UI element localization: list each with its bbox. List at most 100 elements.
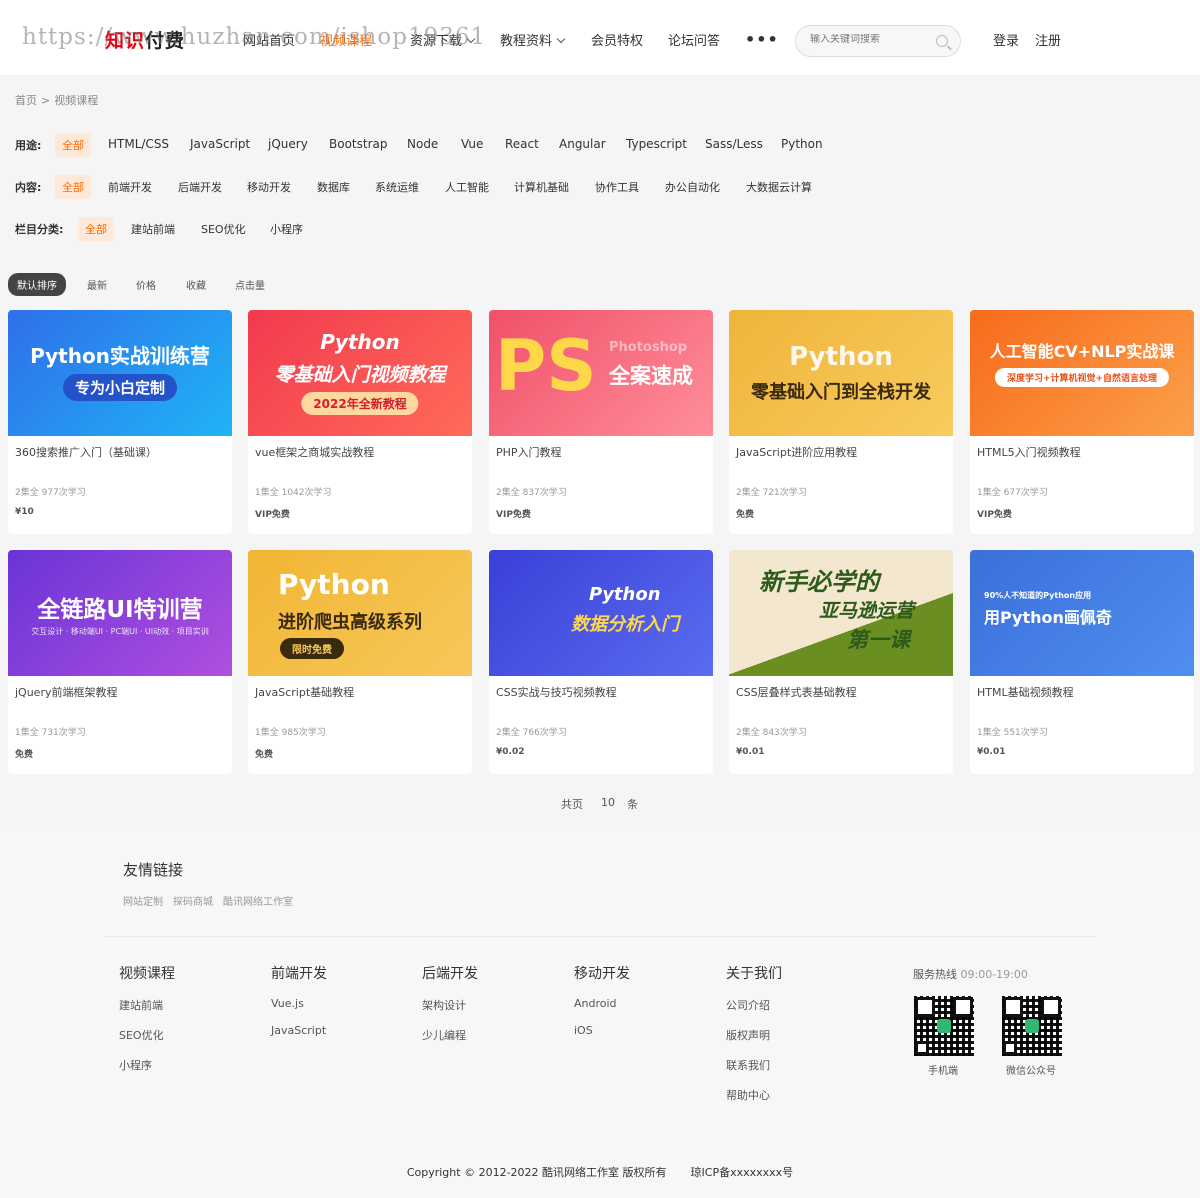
footer-link[interactable]: 建站前端 — [119, 997, 175, 1013]
course-title: 360搜索推广入门（基础课） — [15, 446, 157, 459]
sort-price[interactable]: 价格 — [136, 277, 156, 292]
site-logo[interactable]: 知识付费 — [105, 26, 185, 53]
footer-heading: 后端开发 — [422, 966, 478, 982]
course-card[interactable]: 人工智能CV+NLP实战课 深度学习+计算机视觉+自然语言处理 HTML5入门视… — [970, 310, 1194, 534]
course-card[interactable]: Python 进阶爬虫高级系列 限时免费 JavaScript基础教程 1集全 … — [248, 550, 472, 774]
filter-option[interactable]: Angular — [559, 137, 606, 151]
filter-option[interactable]: 移动开发 — [247, 179, 291, 195]
nav-forum[interactable]: 论坛问答 — [668, 30, 720, 49]
course-meta: 1集全 985次学习 — [255, 728, 326, 738]
filter-option[interactable]: 前端开发 — [108, 179, 152, 195]
sort-default[interactable]: 默认排序 — [8, 273, 66, 296]
nav-membership[interactable]: 会员特权 — [591, 30, 643, 49]
site-footer: 友情链接 网站定制 探码商城 酷讯网络工作室 视频课程 建站前端 SEO优化 小程序… — [0, 832, 1200, 1198]
qr-code-mobile — [914, 996, 974, 1056]
filter-option[interactable]: Vue — [461, 137, 483, 151]
filter-option[interactable]: JavaScript — [190, 137, 250, 151]
course-title: CSS层叠样式表基础教程 — [736, 686, 857, 699]
course-meta: 2集全 766次学习 — [496, 728, 567, 738]
sort-favorites[interactable]: 收藏 — [186, 277, 206, 292]
filter-option[interactable]: 全部 — [55, 175, 91, 199]
friend-link[interactable]: 酷讯网络工作室 — [223, 897, 293, 908]
course-card[interactable]: Python 零基础入门视频教程 2022年全新教程 vue框架之商城实战教程 … — [248, 310, 472, 534]
course-card[interactable]: Python 零基础入门到全栈开发 JavaScript进阶应用教程 2集全 7… — [729, 310, 953, 534]
footer-column-video: 视频课程 建站前端 SEO优化 小程序 — [119, 963, 175, 1087]
filter-option[interactable]: 大数据云计算 — [746, 179, 812, 195]
course-price: ¥0.02 — [496, 747, 525, 757]
hotline-time: 09:00-19:00 — [960, 968, 1028, 981]
filter-option[interactable]: Node — [407, 137, 438, 151]
footer-link[interactable]: Vue.js — [271, 997, 327, 1010]
filter-option[interactable]: 全部 — [78, 217, 114, 241]
filter-option[interactable]: 人工智能 — [445, 179, 489, 195]
breadcrumb-separator: > — [41, 94, 51, 107]
course-card[interactable]: Python实战训练营 专为小白定制 360搜索推广入门（基础课） 2集全 97… — [8, 310, 232, 534]
filter-label: 栏目分类: — [15, 223, 64, 236]
course-meta: 2集全 721次学习 — [736, 488, 807, 498]
copyright-text: Copyright © 2012-2022 酷讯网络工作室 版权所有 — [406, 1166, 667, 1179]
course-card[interactable]: 新手必学的 亚马逊运营 第一课 CSS层叠样式表基础教程 2集全 843次学习 … — [729, 550, 953, 774]
register-link[interactable]: 注册 — [1035, 30, 1061, 49]
footer-link[interactable]: SEO优化 — [119, 1027, 175, 1043]
nav-video-courses[interactable]: 视频课程 — [320, 30, 372, 49]
filter-option[interactable]: 后端开发 — [178, 179, 222, 195]
site-header: 知识付费 网站首页 视频课程 资源下载 教程资料 会员特权 论坛问答 ••• 登… — [0, 0, 1200, 75]
qr-code-wechat — [1002, 996, 1062, 1056]
filter-option[interactable]: HTML/CSS — [108, 137, 169, 151]
filter-option[interactable]: 全部 — [55, 133, 91, 157]
footer-link[interactable]: JavaScript — [271, 1024, 327, 1037]
filter-option[interactable]: 协作工具 — [595, 179, 639, 195]
filter-option[interactable]: 系统运维 — [375, 179, 419, 195]
filter-option[interactable]: 办公自动化 — [665, 179, 720, 195]
friend-links: 网站定制 探码商城 酷讯网络工作室 — [123, 893, 303, 908]
footer-link[interactable]: 版权声明 — [726, 1027, 782, 1043]
nav-resources[interactable]: 资源下载 — [410, 30, 476, 49]
friend-link[interactable]: 探码商城 — [173, 897, 213, 908]
footer-link[interactable]: 帮助中心 — [726, 1087, 782, 1103]
filter-option[interactable]: Bootstrap — [329, 137, 387, 151]
footer-link[interactable]: iOS — [574, 1024, 630, 1037]
chevron-down-icon — [556, 34, 566, 44]
more-menu-icon[interactable]: ••• — [745, 30, 779, 49]
nav-tutorials[interactable]: 教程资料 — [500, 30, 566, 49]
filter-option[interactable]: Python — [781, 137, 823, 151]
nav-home[interactable]: 网站首页 — [243, 30, 295, 49]
course-card[interactable]: 全链路UI特训营 交互设计 · 移动端UI · PC端UI · UI动效 · 项… — [8, 550, 232, 774]
total-suffix: 条 — [627, 798, 638, 811]
footer-link[interactable]: 少儿编程 — [422, 1027, 478, 1043]
search-input[interactable] — [810, 34, 928, 45]
search-box — [795, 25, 961, 57]
course-thumbnail: Python 数据分析入门 — [489, 550, 713, 676]
course-card[interactable]: Python 数据分析入门 CSS实战与技巧视频教程 2集全 766次学习 ¥0… — [489, 550, 713, 774]
breadcrumb-home[interactable]: 首页 — [15, 94, 37, 107]
filter-option[interactable]: 计算机基础 — [514, 179, 569, 195]
filter-option[interactable]: React — [505, 137, 539, 151]
filter-option[interactable]: 小程序 — [270, 221, 303, 237]
footer-link[interactable]: Android — [574, 997, 630, 1010]
footer-link[interactable]: 架构设计 — [422, 997, 478, 1013]
course-meta: 2集全 837次学习 — [496, 488, 567, 498]
search-icon[interactable] — [936, 35, 948, 47]
filter-option[interactable]: Sass/Less — [705, 137, 763, 151]
icp-link[interactable]: 琼ICP备xxxxxxxx号 — [691, 1166, 794, 1179]
footer-heading: 关于我们 — [726, 966, 782, 982]
course-card[interactable]: 90%人不知道的Python应用 用Python画佩奇 HTML基础视频教程 1… — [970, 550, 1194, 774]
footer-link[interactable]: 公司介绍 — [726, 997, 782, 1013]
footer-link[interactable]: 联系我们 — [726, 1057, 782, 1073]
filter-option[interactable]: 建站前端 — [131, 221, 175, 237]
filter-option[interactable]: 数据库 — [317, 179, 350, 195]
footer-column-backend: 后端开发 架构设计 少儿编程 — [422, 963, 478, 1057]
filter-option[interactable]: Typescript — [626, 137, 687, 151]
filter-option[interactable]: SEO优化 — [201, 221, 246, 237]
friend-link[interactable]: 网站定制 — [123, 897, 163, 908]
sort-clicks[interactable]: 点击量 — [235, 277, 265, 292]
course-meta: 1集全 731次学习 — [15, 728, 86, 738]
course-card[interactable]: PS Photoshop 全案速成 PHP入门教程 2集全 837次学习 VIP… — [489, 310, 713, 534]
filter-label: 内容: — [15, 181, 42, 194]
course-thumbnail: Python 进阶爬虫高级系列 限时免费 — [248, 550, 472, 676]
login-link[interactable]: 登录 — [993, 30, 1019, 49]
sort-newest[interactable]: 最新 — [87, 277, 107, 292]
footer-link[interactable]: 小程序 — [119, 1057, 175, 1073]
filter-option[interactable]: jQuery — [268, 137, 308, 151]
course-title: HTML基础视频教程 — [977, 686, 1074, 699]
